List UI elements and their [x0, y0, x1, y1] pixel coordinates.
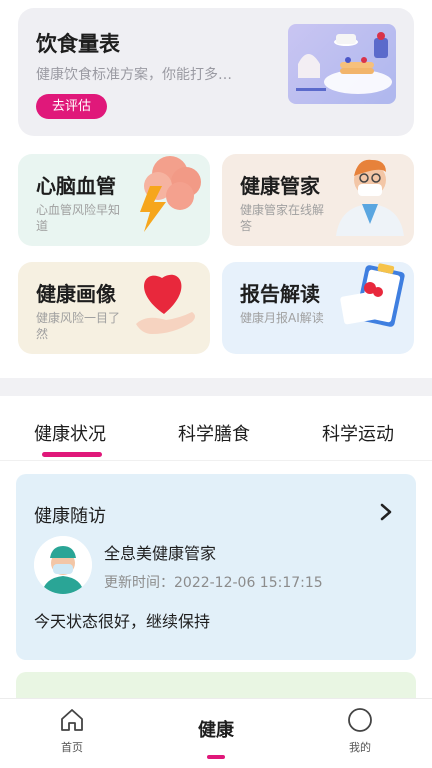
diet-scale-subtitle: 健康饮食标准方案，你能打多… — [36, 67, 232, 83]
home-icon — [59, 707, 85, 733]
nav-home-label: 首页 — [61, 741, 83, 754]
cardio-title: 心脑血管 — [36, 174, 116, 198]
section-separator — [0, 378, 432, 396]
breakfast-illustration — [288, 24, 396, 104]
content-tabs: 健康状况 科学膳食 科学运动 — [0, 420, 432, 456]
health-followup-card[interactable]: 健康随访 全息美健康管家 更新时间：2022-12-06 15:17:15 今天… — [16, 474, 416, 660]
report-reading-title: 报告解读 — [240, 282, 320, 306]
tab-scientific-exercise[interactable]: 科学运动 — [322, 420, 394, 446]
report-clipboard-icon — [326, 262, 410, 344]
cardio-subtitle: 心血管风险早知道 — [36, 203, 121, 233]
avatar — [34, 536, 92, 594]
heart-brain-icon — [122, 154, 206, 236]
health-steward-title: 健康管家 — [240, 174, 320, 198]
bottom-nav: 首页 健康 我的 — [0, 698, 432, 768]
health-steward-subtitle: 健康管家在线解答 — [240, 203, 325, 233]
nav-health-label: 健康 — [198, 720, 234, 741]
followup-title: 健康随访 — [34, 506, 106, 527]
steward-name: 全息美健康管家 — [104, 544, 217, 563]
chevron-right-icon[interactable] — [378, 502, 394, 522]
nav-health[interactable]: 健康 — [171, 699, 261, 768]
health-portrait-title: 健康画像 — [36, 282, 116, 306]
report-reading-subtitle: 健康月报AI解读 — [240, 311, 324, 325]
tabs-divider — [0, 460, 432, 461]
update-time-value: 2022-12-06 15:17:15 — [174, 575, 323, 591]
cardio-card[interactable]: 心脑血管 心血管风险早知道 — [18, 154, 210, 246]
tab-scientific-diet[interactable]: 科学膳食 — [178, 420, 250, 446]
health-portrait-subtitle: 健康风险一目了然 — [36, 311, 121, 341]
followup-status: 今天状态很好，继续保持 — [34, 612, 211, 631]
go-evaluate-button[interactable]: 去评估 — [36, 94, 108, 119]
active-tab-indicator — [42, 452, 102, 457]
doctor-icon — [326, 154, 410, 236]
report-reading-card[interactable]: 报告解读 健康月报AI解读 — [222, 262, 414, 354]
health-portrait-card[interactable]: 健康画像 健康风险一目了然 — [18, 262, 210, 354]
tab-health-status[interactable]: 健康状况 — [34, 420, 106, 446]
diet-scale-card[interactable]: 饮食量表 健康饮食标准方案，你能打多… 去评估 — [18, 8, 414, 136]
nav-home[interactable]: 首页 — [27, 699, 117, 768]
update-time-label: 更新时间： — [104, 575, 174, 591]
health-steward-card[interactable]: 健康管家 健康管家在线解答 — [222, 154, 414, 246]
diet-scale-title: 饮食量表 — [36, 32, 120, 56]
update-time: 更新时间：2022-12-06 15:17:15 — [104, 572, 323, 592]
nav-mine-label: 我的 — [349, 741, 371, 754]
nav-active-indicator — [207, 755, 225, 759]
nav-mine[interactable]: 我的 — [315, 699, 405, 768]
profile-icon — [347, 707, 373, 733]
heart-hand-icon — [122, 262, 206, 344]
